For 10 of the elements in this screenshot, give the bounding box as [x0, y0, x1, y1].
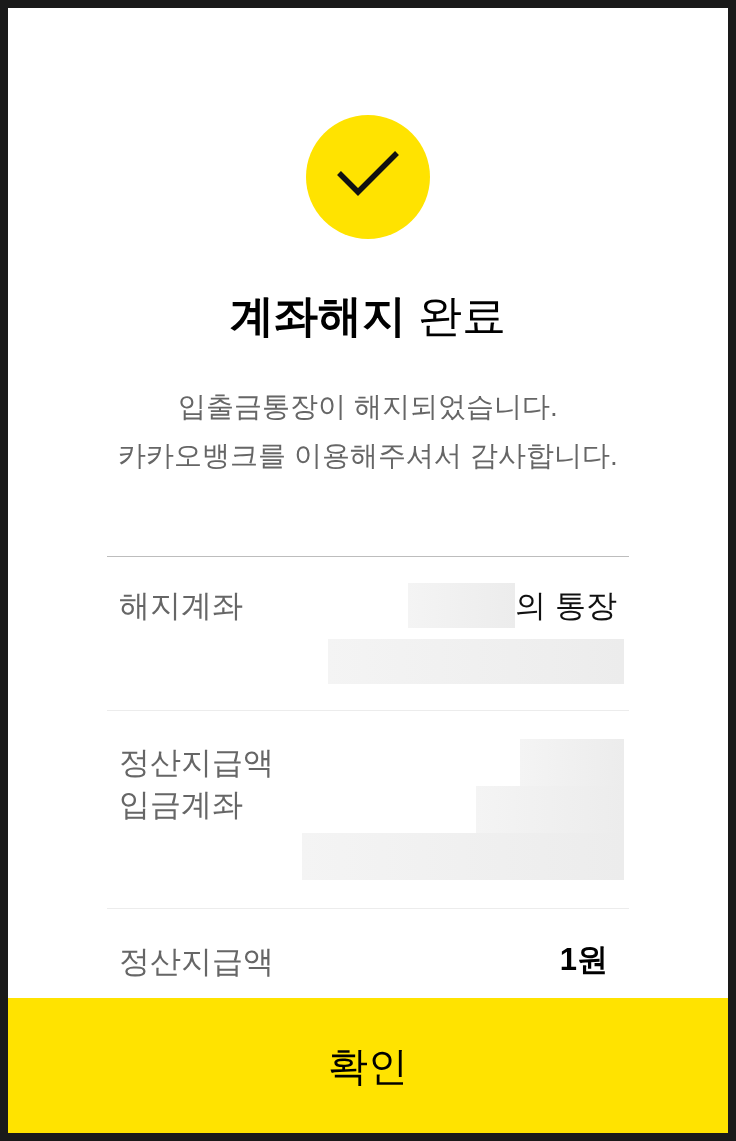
confirm-button[interactable]: 확인	[8, 998, 728, 1133]
message-text: 입출금통장이 해지되었습니다.	[178, 390, 558, 424]
detail-label: 정산지급액 입금계좌	[119, 744, 274, 824]
amount-value: 1원	[559, 941, 609, 979]
detail-label: 정산지급액	[119, 943, 274, 981]
message-text: 카카오뱅크를 이용해주셔서 감사합니다.	[118, 439, 618, 473]
checkmark-icon	[306, 115, 430, 239]
page-title: 계좌해지 완료	[229, 290, 507, 342]
detail-label: 해지계좌	[119, 587, 243, 625]
detail-value: 의 통장	[515, 587, 618, 625]
